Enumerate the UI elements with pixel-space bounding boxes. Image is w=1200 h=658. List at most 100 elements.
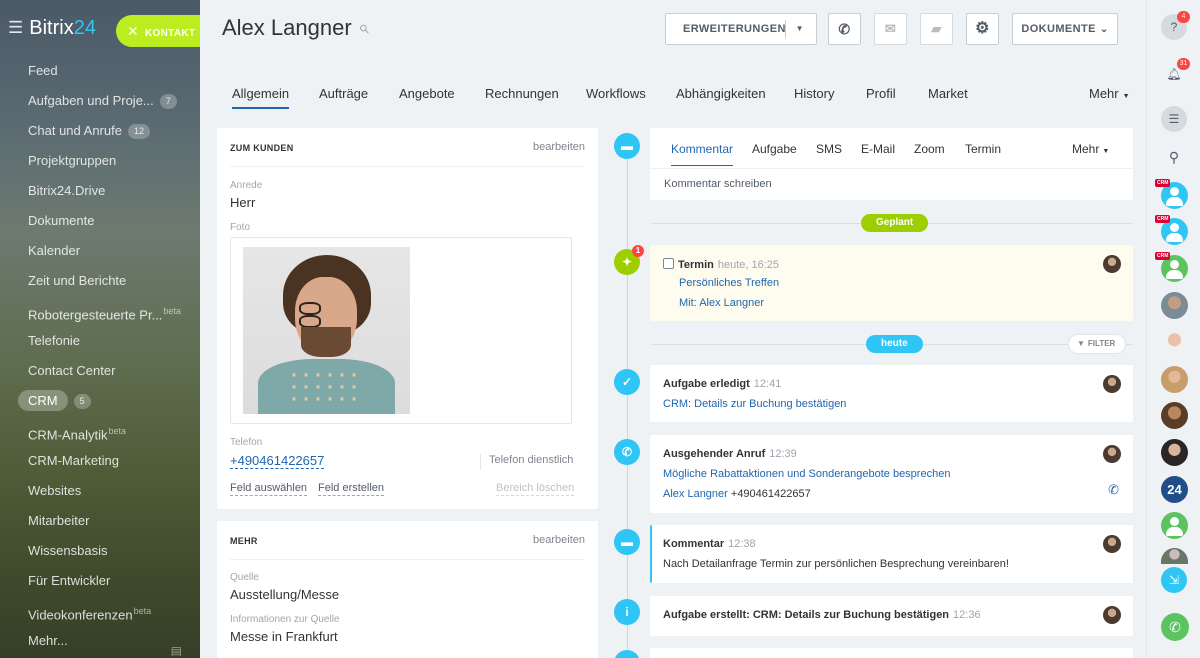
- tab-profil[interactable]: Profil: [866, 87, 896, 109]
- call-button[interactable]: ✆: [1161, 613, 1189, 641]
- avatar[interactable]: [1103, 375, 1121, 393]
- avatar[interactable]: [1103, 445, 1121, 463]
- user-avatar[interactable]: [1161, 292, 1188, 319]
- avatar[interactable]: [1103, 535, 1121, 553]
- notifications-button[interactable]: 🔔︎ 31: [1161, 58, 1190, 87]
- edit-link[interactable]: bearbeiten: [533, 141, 585, 153]
- user-avatar[interactable]: [1161, 402, 1188, 429]
- sidebar-item[interactable]: Feed: [0, 56, 200, 86]
- quelle-label: Quelle: [230, 572, 259, 583]
- tab-history[interactable]: History: [794, 87, 834, 109]
- logo[interactable]: ☰ Bitrix24: [8, 16, 96, 40]
- link-icon[interactable]: ⚲: [356, 21, 372, 37]
- help-badge: 4: [1177, 11, 1190, 23]
- left-sidebar: ☰ Bitrix24 ✕ KONTAKT Feed Aufgaben und Proj…: [0, 0, 200, 658]
- chat-button[interactable]: ▰: [920, 13, 953, 45]
- sidebar-item[interactable]: Kalender: [0, 236, 200, 266]
- comment-input[interactable]: Kommentar schreiben: [650, 168, 1133, 200]
- composer-tab-termin[interactable]: Termin: [965, 142, 1001, 166]
- sidebar-item[interactable]: Robotergesteuerte Pr...beta: [0, 296, 200, 326]
- exit-button[interactable]: ⇲: [1161, 567, 1187, 593]
- sidebar-item[interactable]: Aufgaben und Proje... 7: [0, 86, 200, 116]
- sidebar-item[interactable]: Wissensbasis: [0, 536, 200, 566]
- mail-icon: ✉: [884, 21, 897, 36]
- sidebar-item[interactable]: Zeit und Berichte: [0, 266, 200, 296]
- bereich-loeschen-link[interactable]: Bereich löschen: [496, 482, 575, 496]
- sidebar-item[interactable]: Für Entwickler: [0, 566, 200, 596]
- menu-burger-icon[interactable]: ☰: [8, 16, 23, 40]
- user-avatar[interactable]: [1161, 366, 1188, 393]
- sidebar-item[interactable]: CRM-Marketing: [0, 446, 200, 476]
- composer-tab-sms[interactable]: SMS: [816, 142, 842, 166]
- edit-link[interactable]: bearbeiten: [533, 534, 585, 546]
- crm-contact-avatar[interactable]: CRM: [1155, 252, 1188, 282]
- sidebar-item[interactable]: Projektgruppen: [0, 146, 200, 176]
- checkbox[interactable]: [663, 258, 674, 269]
- chevron-down-icon: ⌄: [1099, 24, 1109, 35]
- user-avatar[interactable]: [1161, 329, 1188, 356]
- composer-tab-kommentar[interactable]: Kommentar: [671, 142, 734, 166]
- feld-auswaehlen-link[interactable]: Feld auswählen: [230, 482, 308, 496]
- termin-with-name[interactable]: Alex Langner: [699, 297, 764, 309]
- main-area: Alex Langner ⚲ ERWEITERUNGEN ▼ ✆ ✉ ▰ ⚙ DO…: [200, 0, 1146, 658]
- settings-button[interactable]: ⚙: [966, 13, 999, 45]
- tab-market[interactable]: Market: [928, 87, 968, 109]
- user-avatar[interactable]: [1161, 512, 1188, 539]
- crm-contact-avatar[interactable]: CRM: [1155, 179, 1188, 209]
- avatar[interactable]: [1103, 606, 1121, 624]
- card-title: Kommentar 12:38: [663, 538, 756, 550]
- user-avatar[interactable]: [1161, 548, 1188, 564]
- sidebar-item[interactable]: Mitarbeiter: [0, 506, 200, 536]
- chat-button[interactable]: ☰: [1161, 106, 1187, 132]
- sidebar-item[interactable]: Bitrix24.Drive: [0, 176, 200, 206]
- help-button[interactable]: ? 4: [1161, 11, 1190, 40]
- task-link[interactable]: CRM: Details zur Buchung bestätigen: [663, 398, 846, 410]
- sidebar-item[interactable]: Websites: [0, 476, 200, 506]
- tab-angebote[interactable]: Angebote: [399, 87, 455, 109]
- sidebar-item[interactable]: Chat und Anrufe 12: [0, 116, 200, 146]
- sidebar-item[interactable]: CRM-Analytikbeta: [0, 416, 200, 446]
- tab-rechnungen[interactable]: Rechnungen: [485, 87, 559, 109]
- printer-icon[interactable]: ▤: [171, 636, 182, 656]
- call-contact-name[interactable]: Alex Langner: [663, 488, 728, 500]
- user-avatar[interactable]: [1161, 439, 1188, 466]
- tab-abhaengigkeiten[interactable]: Abhängigkeiten: [676, 87, 766, 109]
- phone-button[interactable]: ✆: [828, 13, 861, 45]
- photo-beard: [301, 327, 351, 357]
- feld-erstellen-link[interactable]: Feld erstellen: [318, 482, 385, 496]
- bitrix24-avatar[interactable]: 24: [1161, 476, 1188, 503]
- card-time: 12:41: [753, 378, 782, 390]
- composer-tab-zoom[interactable]: Zoom: [914, 142, 945, 166]
- phone-icon[interactable]: ✆: [1108, 482, 1119, 498]
- termin-subject-link[interactable]: Persönliches Treffen: [679, 277, 779, 289]
- sidebar-item[interactable]: Dokumente: [0, 206, 200, 236]
- avatar[interactable]: [1103, 255, 1121, 273]
- erweiterungen-button[interactable]: ERWEITERUNGEN ▼: [665, 13, 817, 45]
- tab-auftraege[interactable]: Aufträge: [319, 87, 368, 109]
- call-contact: Alex Langner +490461422657: [663, 488, 811, 500]
- kontakt-button[interactable]: ✕ KONTAKT: [116, 15, 200, 47]
- chevron-down-icon[interactable]: ▼: [796, 14, 804, 44]
- phone-number-link[interactable]: +490461422657: [230, 454, 325, 469]
- tab-allgemein[interactable]: Allgemein: [232, 87, 290, 109]
- sidebar-item[interactable]: Telefonie: [0, 326, 200, 356]
- count-badge: 7: [159, 94, 177, 110]
- crm-contact-avatar[interactable]: CRM: [1155, 215, 1188, 245]
- tab-workflows[interactable]: Workflows: [586, 87, 646, 109]
- composer-tab-mehr[interactable]: Mehr ▼: [1072, 142, 1109, 166]
- sidebar-item[interactable]: Contact Center: [0, 356, 200, 386]
- search-button[interactable]: ⚲: [1161, 144, 1187, 170]
- filter-button[interactable]: ▼ FILTER: [1068, 334, 1127, 354]
- dokumente-button[interactable]: DOKUMENTE ⌄: [1012, 13, 1118, 45]
- composer-tab-email[interactable]: E-Mail: [861, 142, 895, 166]
- composer-tab-aufgabe[interactable]: Aufgabe: [752, 142, 797, 166]
- contact-photo[interactable]: [243, 247, 410, 414]
- tab-mehr[interactable]: Mehr ▼: [1089, 87, 1130, 109]
- sidebar-item[interactable]: CRM 5: [0, 386, 200, 416]
- dokumente-label: DOKUMENTE: [1021, 23, 1096, 35]
- sidebar-item[interactable]: Videokonferenzenbeta: [0, 596, 200, 626]
- divider: [230, 559, 585, 560]
- call-subject-link[interactable]: Mögliche Rabattaktionen und Sonderangebo…: [663, 468, 950, 480]
- mail-button[interactable]: ✉: [874, 13, 907, 45]
- sidebar-item[interactable]: Mehr... ▤: [0, 626, 200, 656]
